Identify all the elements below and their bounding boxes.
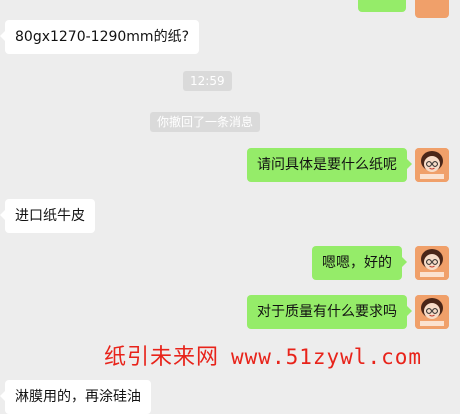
message-text: 进口纸牛皮 <box>15 208 85 224</box>
message-text: 对于质量有什么要求吗 <box>257 304 397 320</box>
message-text: 淋膜用的，再涂硅油 <box>15 389 141 405</box>
avatar[interactable] <box>415 0 449 18</box>
message-bubble-incoming[interactable]: 淋膜用的，再涂硅油 <box>0 380 151 414</box>
message-text: 80gx1270-1290mm的纸? <box>15 29 190 45</box>
message-bubble-outgoing[interactable]: 请问具体是要什么纸呢 <box>247 148 412 182</box>
message-bubble-outgoing[interactable]: 对于质量有什么要求吗 <box>247 295 412 329</box>
message-bubble-outgoing[interactable]: 嗯嗯，好的 <box>312 246 407 280</box>
timestamp: 12:59 <box>183 71 232 91</box>
avatar-girl-icon <box>415 295 449 329</box>
message-bubble-outgoing[interactable] <box>358 0 406 12</box>
watermark: 纸引未来网 www.51zywl.com <box>104 339 422 371</box>
watermark-brand: 纸引未来网 <box>104 345 220 370</box>
message-bubble-incoming[interactable]: 80gx1270-1290mm的纸? <box>0 20 200 54</box>
avatar-girl-icon <box>415 246 449 280</box>
message-bubble-incoming[interactable]: 进口纸牛皮 <box>0 199 95 233</box>
avatar-girl-icon <box>415 148 449 182</box>
watermark-url: www.51zywl.com <box>231 345 423 369</box>
message-text: 请问具体是要什么纸呢 <box>257 157 397 173</box>
avatar[interactable] <box>415 295 449 329</box>
avatar[interactable] <box>415 246 449 280</box>
message-text: 嗯嗯，好的 <box>322 255 392 271</box>
avatar[interactable] <box>415 148 449 182</box>
recall-notice: 你撤回了一条消息 <box>150 112 261 132</box>
